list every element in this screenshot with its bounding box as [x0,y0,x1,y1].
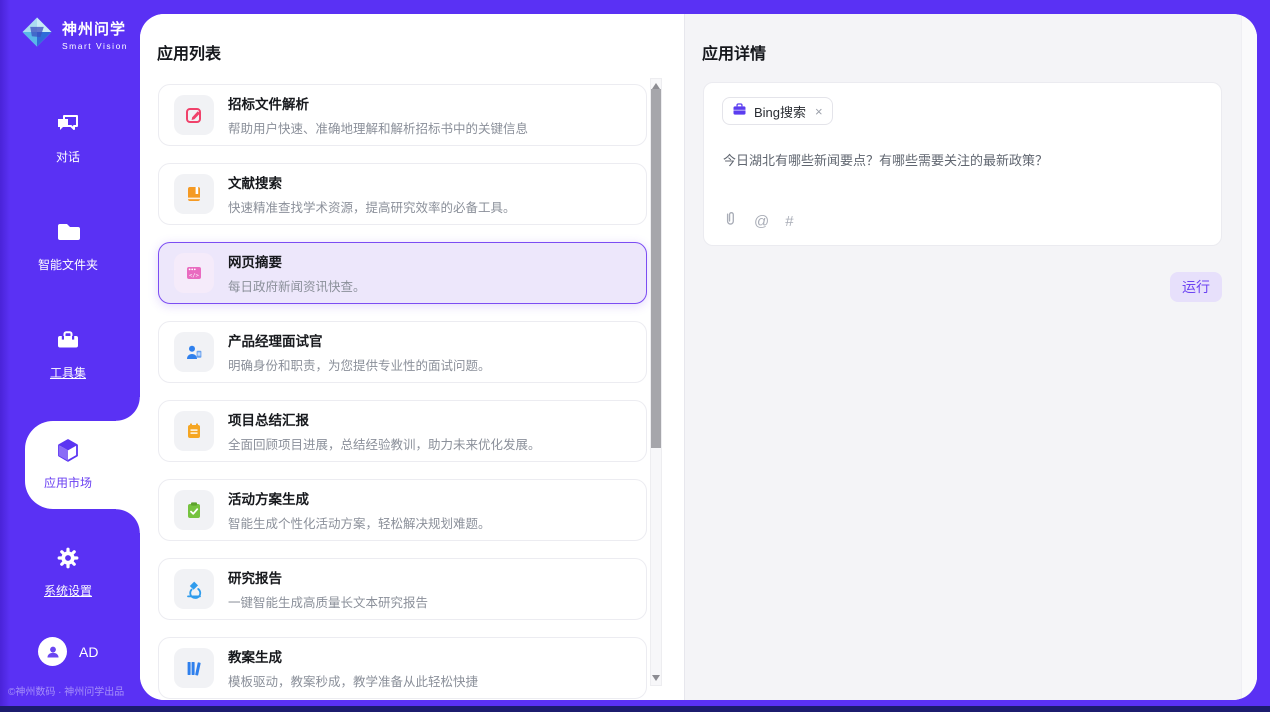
sidebar-item-smart-folder[interactable]: 智能文件夹 [0,216,136,276]
svg-text:</>: </> [189,273,200,279]
app-card-title: 研究报告 [228,567,428,587]
pen-square-icon [174,95,214,135]
sidebar-item-settings[interactable]: 系统设置 [0,542,136,602]
note-icon [174,411,214,451]
bottom-navy-bar [0,706,1270,712]
detail-scrollbar-track [1241,14,1257,700]
app-card-pm-interviewer[interactable]: 产品经理面试官 明确身份和职责，为您提供专业性的面试问题。 [158,321,647,383]
app-card-desc: 智能生成个性化活动方案，轻松解决规划难题。 [228,513,491,532]
app-card-desc: 全面回顾项目进展，总结经验教训，助力未来优化发展。 [228,434,541,453]
brand-name: 神州问学 [62,18,128,39]
sidebar-item-label: 智能文件夹 [38,256,98,273]
scrollbar-thumb[interactable] [651,89,661,448]
app-card-lesson-plan[interactable]: 教案生成 模板驱动，教案秒成，教学准备从此轻松快捷 [158,637,647,699]
app-card-title: 项目总结汇报 [228,409,541,429]
sidebar-item-label: 工具集 [50,364,86,381]
sidebar-item-toolset[interactable]: 工具集 [0,324,136,384]
copyright-text: ©神州数码 · 神州问学出品 [8,683,124,698]
gear-icon [55,545,81,576]
microscope-icon [174,569,214,609]
composer-toolbar: @ # [722,210,794,233]
chat-icon [55,111,81,142]
books-icon [174,648,214,688]
run-button[interactable]: 运行 [1170,272,1222,302]
diamond-logo-icon [20,15,54,54]
cube-icon [55,437,81,468]
app-input-card[interactable]: Bing搜索 × 今日湖北有哪些新闻要点？有哪些需要关注的最新政策？ @ # [703,82,1222,246]
app-card-web-summary[interactable]: </> 网页摘要 每日政府新闻资讯快查。 [158,242,647,304]
app-window: 神州问学 Smart Vision 对话 智能文件夹 [0,0,1270,714]
chip-close-icon[interactable]: × [815,104,823,119]
tool-chip-label: Bing搜索 [754,102,806,121]
app-card-desc: 模板驱动，教案秒成，教学准备从此轻松快捷 [228,671,478,690]
list-scrollbar[interactable] [650,78,662,686]
active-nav-curve-bottom [116,509,140,533]
app-card-title: 招标文件解析 [228,93,528,113]
sidebar-item-label: 应用市场 [44,474,92,491]
interviewer-icon [174,332,214,372]
app-detail-pane: 应用详情 Bing搜索 × 今日湖北有哪些新闻要点？有哪些需要关注的最新政策？ [684,14,1257,700]
scrollbar-down-arrow-icon[interactable] [652,675,660,681]
app-card-literature-search[interactable]: 文献搜索 快速精准查找学术资源，提高研究效率的必备工具。 [158,163,647,225]
browser-code-icon: </> [174,253,214,293]
folder-icon [55,219,81,250]
app-card-desc: 每日政府新闻资讯快查。 [228,276,366,295]
paperclip-icon[interactable] [722,210,738,233]
sidebar-item-label: 系统设置 [44,582,92,599]
app-card-desc: 帮助用户快速、准确地理解和解析招标书中的关键信息 [228,118,528,137]
app-card-desc: 明确身份和职责，为您提供专业性的面试问题。 [228,355,491,374]
app-card-title: 教案生成 [228,646,478,666]
app-card-event-plan[interactable]: 活动方案生成 智能生成个性化活动方案，轻松解决规划难题。 [158,479,647,541]
app-card-desc: 一键智能生成高质量长文本研究报告 [228,592,428,611]
sidebar-item-label: 对话 [56,148,80,165]
briefcase-icon [732,102,747,120]
brand-logo: 神州问学 Smart Vision [20,15,128,54]
hash-icon[interactable]: # [785,213,793,230]
brand-text: 神州问学 Smart Vision [62,18,128,51]
app-card-research-report[interactable]: 研究报告 一键智能生成高质量长文本研究报告 [158,558,647,620]
app-card-project-summary[interactable]: 项目总结汇报 全面回顾项目进展，总结经验教训，助力未来优化发展。 [158,400,647,462]
clipboard-check-icon [174,490,214,530]
user-account[interactable]: AD [38,637,98,666]
main-panel: 应用列表 招标文件解析 帮助用户快速、准确地理解和解析招标书中的关键信息 [140,14,1257,700]
brand-subtitle: Smart Vision [62,41,128,51]
app-card-title: 活动方案生成 [228,488,491,508]
app-card-title: 产品经理面试官 [228,330,491,350]
user-name: AD [79,644,98,660]
app-list-pane: 应用列表 招标文件解析 帮助用户快速、准确地理解和解析招标书中的关键信息 [140,14,684,700]
sidebar-item-app-market[interactable]: 应用市场 [0,434,136,494]
app-list-title: 应用列表 [157,40,221,64]
sidebar-item-chat[interactable]: 对话 [0,108,136,168]
toolbox-icon [55,327,81,358]
at-icon[interactable]: @ [754,213,769,230]
sidebar: 神州问学 Smart Vision 对话 智能文件夹 [0,0,140,706]
app-detail-title: 应用详情 [702,40,766,64]
book-icon [174,174,214,214]
app-list: 招标文件解析 帮助用户快速、准确地理解和解析招标书中的关键信息 文献搜索 [158,84,647,700]
app-card-title: 网页摘要 [228,251,366,271]
active-nav-curve-top [116,397,140,421]
app-card-bid-analysis[interactable]: 招标文件解析 帮助用户快速、准确地理解和解析招标书中的关键信息 [158,84,647,146]
tool-chip-bing-search[interactable]: Bing搜索 × [722,97,833,125]
avatar [38,637,67,666]
app-card-title: 文献搜索 [228,172,516,192]
app-card-desc: 快速精准查找学术资源，提高研究效率的必备工具。 [228,197,516,216]
query-text[interactable]: 今日湖北有哪些新闻要点？有哪些需要关注的最新政策？ [723,151,1201,171]
